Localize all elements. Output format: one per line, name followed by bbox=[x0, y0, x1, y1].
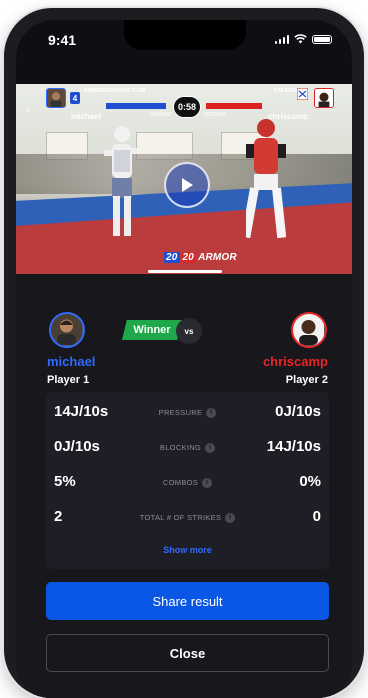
stat-row-blocking: 0J/10s BLOCKING i 14J/10s bbox=[46, 435, 329, 459]
player1-name: michael bbox=[47, 354, 96, 369]
stat-right-value: 14J/10s bbox=[266, 438, 321, 455]
winner-badge: Winner bbox=[122, 320, 182, 340]
battery-icon bbox=[312, 34, 332, 44]
result-panel: Winner vs michael Player 1 chriscamp Pla… bbox=[16, 270, 352, 698]
player1-label: Player 1 bbox=[47, 374, 90, 386]
info-icon[interactable]: i bbox=[225, 513, 236, 524]
scoreboard-right-name: chriscamp bbox=[268, 112, 309, 121]
svg-text:4: 4 bbox=[73, 94, 78, 103]
watermark-red: 20 bbox=[180, 252, 197, 263]
notch bbox=[124, 20, 246, 50]
info-icon[interactable]: i bbox=[202, 478, 213, 489]
scoreboard-badge-icon: 4 bbox=[70, 92, 80, 104]
info-icon[interactable]: i bbox=[205, 443, 216, 454]
close-button[interactable]: Close bbox=[46, 634, 329, 672]
screen: 9:41 20 20 ARMOR ‹ 4 ARMOR2020 FIGHT CLU… bbox=[16, 20, 352, 698]
scoreboard-flag-icon bbox=[297, 88, 308, 100]
stat-right-value: 0 bbox=[312, 508, 321, 525]
player2-avatar bbox=[291, 312, 327, 348]
scoreboard-avatar-right bbox=[314, 88, 334, 108]
phone-frame: 9:41 20 20 ARMOR ‹ 4 ARMOR2020 FIGHT CLU… bbox=[4, 8, 364, 698]
scoreboard-right-score: 0002500 bbox=[204, 112, 226, 118]
stat-right-value: 0J/10s bbox=[275, 403, 321, 420]
scoreboard-bar-red bbox=[206, 103, 262, 109]
player1-avatar bbox=[49, 312, 85, 348]
stat-label: COMBOS i bbox=[46, 478, 329, 489]
armor-watermark: 20 20 ARMOR bbox=[164, 252, 237, 263]
share-result-button[interactable]: Share result bbox=[46, 582, 329, 620]
stat-label: TOTAL # OF STRIKES i bbox=[46, 513, 329, 524]
stat-right-value: 0% bbox=[299, 473, 321, 490]
sheet-handle[interactable] bbox=[148, 270, 222, 273]
watermark-blue: 20 bbox=[164, 252, 180, 263]
play-icon bbox=[182, 178, 193, 192]
signal-icon bbox=[274, 34, 289, 44]
status-icons bbox=[274, 34, 332, 44]
info-icon[interactable]: i bbox=[206, 408, 217, 419]
status-time: 9:41 bbox=[48, 32, 77, 48]
scoreboard-left-score: 0008000 bbox=[150, 112, 172, 118]
watermark-word: ARMOR bbox=[198, 252, 237, 263]
fighter-blue bbox=[104, 126, 138, 236]
play-button[interactable] bbox=[164, 162, 210, 208]
scoreboard-left-club: ARMOR2020 FIGHT CLUB bbox=[84, 88, 146, 94]
fighter-red bbox=[246, 119, 286, 239]
scoreboard-timer: 0:58 bbox=[173, 96, 201, 118]
player2-name: chriscamp bbox=[262, 354, 328, 369]
scoreboard-right-club: KTA CLUB bbox=[274, 88, 299, 94]
scoreboard-avatar-left bbox=[46, 88, 66, 108]
stat-row-combos: 5% COMBOS i 0% bbox=[46, 470, 329, 494]
show-more-link[interactable]: Show more bbox=[46, 545, 329, 555]
wifi-icon bbox=[294, 34, 307, 44]
vs-badge: vs bbox=[176, 318, 202, 344]
back-chevron-icon[interactable]: ‹ bbox=[26, 102, 30, 116]
player2-label: Player 2 bbox=[285, 374, 328, 386]
scoreboard-bar-blue bbox=[106, 103, 166, 109]
scoreboard-left-name: michael bbox=[71, 112, 101, 121]
stats-card: 14J/10s PRESSURE i 0J/10s 0J/10s BLOCKING… bbox=[46, 392, 329, 569]
stat-row-pressure: 14J/10s PRESSURE i 0J/10s bbox=[46, 400, 329, 424]
stat-row-strikes: 2 TOTAL # OF STRIKES i 0 bbox=[46, 505, 329, 529]
